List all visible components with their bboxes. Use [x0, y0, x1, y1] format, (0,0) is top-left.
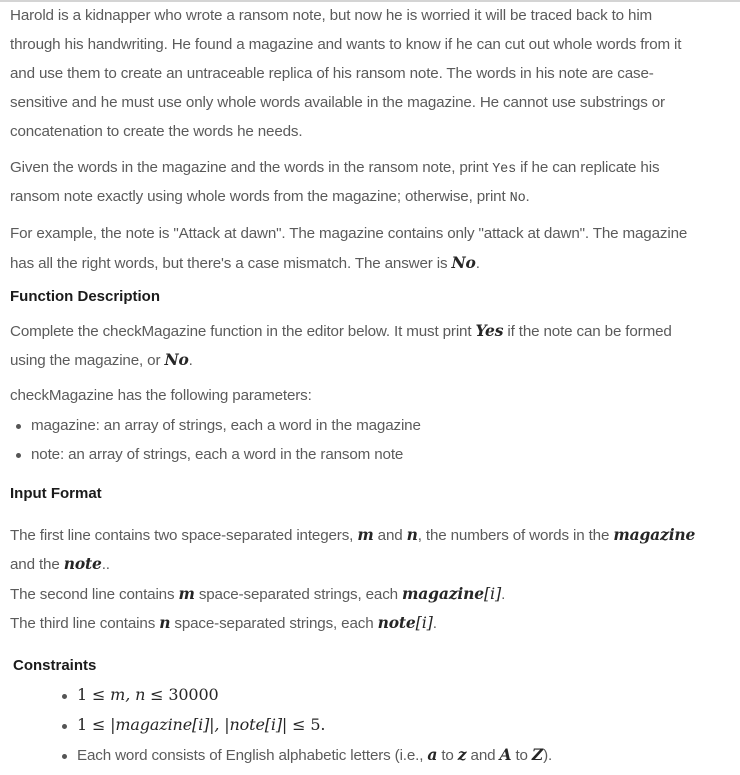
- input-format-line: The first line contains two space-separa…: [10, 525, 696, 544]
- math-no: No: [164, 350, 189, 369]
- constraint-item: 1 ≤ |magazine[i]|, |note[i]| ≤ 5.: [77, 715, 326, 734]
- function-description-line: Complete the checkMagazine function in t…: [10, 321, 672, 340]
- bullet-icon: [16, 424, 21, 429]
- example-line: For example, the note is "Attack at dawn…: [10, 225, 688, 242]
- intro-line: concatenation to create the words he nee…: [10, 123, 303, 140]
- intro-line: and use them to create an untraceable re…: [10, 65, 654, 82]
- intro-line: Harold is a kidnapper who wrote a ransom…: [10, 7, 653, 24]
- bullet-icon: [62, 754, 67, 759]
- input-format-line: and the note..: [10, 554, 110, 573]
- input-format-line: The third line contains n space-separate…: [10, 613, 437, 632]
- intro-line: sensitive and he must use only whole wor…: [10, 94, 665, 111]
- bullet-icon: [16, 453, 21, 458]
- bullet-icon: [62, 724, 67, 729]
- function-description-line: using the magazine, or No.: [10, 350, 193, 369]
- top-divider: [0, 0, 740, 2]
- input-format-line: The second line contains m space-separat…: [10, 584, 506, 603]
- constraint-item: Each word consists of English alphabetic…: [77, 745, 553, 764]
- task-line: Given the words in the magazine and the …: [10, 159, 660, 177]
- math-yes: Yes: [475, 321, 504, 340]
- math-no: No: [451, 253, 476, 272]
- code-yes: Yes: [492, 162, 517, 177]
- params-intro: checkMagazine has the following paramete…: [10, 387, 312, 404]
- bullet-icon: [62, 694, 67, 699]
- example-line: has all the right words, but there's a c…: [10, 253, 480, 272]
- input-format-heading: Input Format: [10, 485, 102, 502]
- constraint-item: 1 ≤ m, n ≤ 30000: [77, 685, 219, 704]
- code-no: No: [509, 191, 526, 206]
- constraints-heading: Constraints: [13, 657, 97, 674]
- function-description-heading: Function Description: [10, 288, 160, 305]
- intro-line: through his handwriting. He found a maga…: [10, 36, 682, 53]
- task-line: ransom note exactly using whole words fr…: [10, 188, 530, 206]
- param-item: magazine: an array of strings, each a wo…: [31, 417, 421, 434]
- param-item: note: an array of strings, each a word i…: [31, 446, 404, 463]
